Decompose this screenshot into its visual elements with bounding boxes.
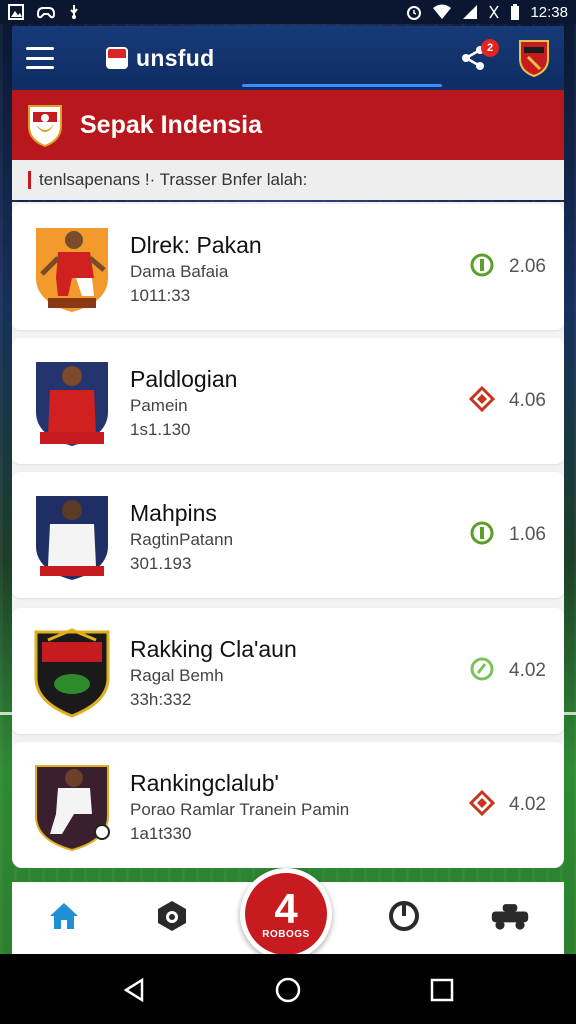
list-item[interactable]: Rakking Cla'aun Ragal Bemh 33h:332 4.02 <box>12 608 564 734</box>
list-item[interactable]: Rankingclalub' Porao Ramlar Tranein Pami… <box>12 742 564 868</box>
home-icon <box>50 903 78 929</box>
game-controller-icon <box>36 7 56 19</box>
player-kicking-ball-icon <box>35 765 110 852</box>
item-subtitle: RagtinPatann <box>130 530 234 549</box>
list-item[interactable]: Dlrek: Pakan Dama Bafaia 1011:33 2.06 <box>12 204 564 330</box>
share-button[interactable]: 2 <box>458 39 499 73</box>
signal-icon <box>463 5 478 19</box>
player-avatar-icon <box>36 228 108 312</box>
item-subtitle: Ragal Bemh <box>130 666 224 685</box>
circle-check-icon <box>470 521 494 545</box>
item-stat: 4.02 <box>509 660 546 681</box>
team-crest-icon[interactable] <box>518 39 550 77</box>
item-name: Rankingclalub' <box>130 770 279 796</box>
alarm-icon <box>407 6 422 20</box>
item-subtitle: Pamein <box>130 396 188 415</box>
nav-compass[interactable] <box>384 896 424 936</box>
ball-badge-icon <box>158 901 186 931</box>
item-number: 1011:33 <box>130 286 191 305</box>
subheader-accent <box>28 171 31 189</box>
usb-icon <box>70 5 78 19</box>
recents-icon[interactable] <box>428 976 456 1004</box>
app-bar: unsfud 2 <box>12 26 564 90</box>
circle-check-icon <box>470 253 494 277</box>
notification-badge: 2 <box>481 39 499 57</box>
garuda-emblem-icon <box>28 105 62 148</box>
diamond-icon <box>469 790 495 816</box>
item-number: 33h:332 <box>130 690 192 709</box>
fab-number: 4 <box>274 884 298 932</box>
nav-ball-badge[interactable] <box>152 896 192 936</box>
status-time: 12:38 <box>530 3 568 21</box>
item-stat: 1.06 <box>509 524 546 545</box>
list-item[interactable]: Paldlogian Pamein 1s1.130 4.06 <box>12 338 564 464</box>
item-name: Mahpins <box>130 500 217 526</box>
wifi-icon <box>433 4 452 19</box>
item-stat: 4.02 <box>509 794 546 815</box>
bottom-nav: 4 ROBOGS <box>12 868 564 960</box>
item-name: Paldlogian <box>130 366 238 392</box>
battery-icon <box>511 4 520 20</box>
subheader: tenlsapenans !· Trasser Bnfer lalah: <box>12 160 564 200</box>
player-avatar-icon <box>36 496 108 580</box>
ranking-list: Dlrek: Pakan Dama Bafaia 1011:33 2.06 Pa… <box>12 202 564 868</box>
home-circle-icon[interactable] <box>274 976 302 1004</box>
menu-button[interactable] <box>26 47 54 69</box>
nav-home[interactable] <box>44 896 84 936</box>
item-number: 1a1t330 <box>130 824 192 843</box>
player-avatar-icon <box>36 362 108 446</box>
app-title: unsfud <box>136 44 215 71</box>
image-icon <box>8 4 24 20</box>
section-header: Sepak Indensia <box>12 90 564 160</box>
list-item[interactable]: Mahpins RagtinPatann 301.193 1.06 <box>12 472 564 598</box>
item-number: 1s1.130 <box>130 420 191 439</box>
subheader-text: tenlsapenans !· Trasser Bnfer lalah: <box>39 170 308 189</box>
status-bar: 12:38 <box>0 0 576 24</box>
item-name: Rakking Cla'aun <box>130 636 297 662</box>
item-subtitle: Dama Bafaia <box>130 262 229 281</box>
app-bar-indicator <box>242 84 442 87</box>
item-name: Dlrek: Pakan <box>130 232 262 258</box>
system-nav-bar <box>0 954 576 1024</box>
diamond-icon <box>469 386 495 412</box>
section-title: Sepak Indensia <box>80 110 263 139</box>
no-signal-icon <box>489 5 500 19</box>
fab-label: ROBOGS <box>262 928 310 940</box>
app-logo <box>106 47 128 69</box>
back-icon[interactable] <box>120 976 148 1004</box>
center-fab-button[interactable]: 4 ROBOGS <box>240 868 332 960</box>
item-subtitle: Porao Ramlar Tranein Pamin <box>130 800 350 819</box>
item-number: 301.193 <box>130 554 192 573</box>
club-crest-icon <box>34 628 110 718</box>
item-stat: 4.06 <box>509 390 546 411</box>
circle-check-icon <box>470 657 494 681</box>
item-stat: 2.06 <box>509 256 546 277</box>
nav-car[interactable] <box>490 896 530 936</box>
compass-icon <box>389 901 419 931</box>
car-icon <box>491 904 529 930</box>
